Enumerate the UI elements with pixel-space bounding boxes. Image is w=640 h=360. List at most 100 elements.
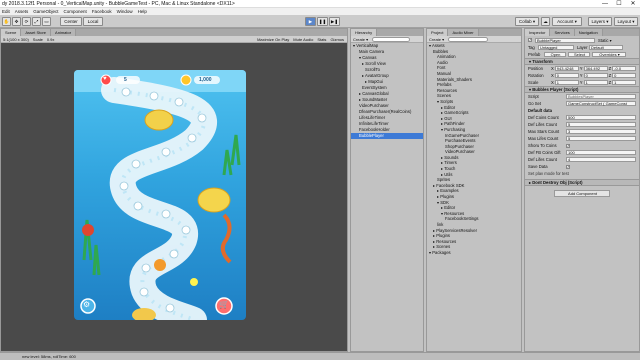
layers-dropdown[interactable]: Layers ▾ — [588, 17, 612, 26]
project-search-input[interactable] — [448, 36, 489, 42]
prefab-select-button[interactable]: Select — [568, 52, 590, 57]
step-button[interactable]: ▶❚ — [329, 17, 340, 26]
transform-y-field[interactable]: 0 — [583, 73, 608, 78]
menu-item[interactable]: Window — [117, 8, 133, 15]
minimize-button[interactable]: — — [598, 0, 612, 8]
gizmos-dropdown[interactable]: Gizmos — [330, 37, 344, 42]
prefab-open-button[interactable]: Open — [544, 52, 566, 57]
transform-y-field[interactable]: 1 — [583, 80, 608, 85]
game-map-art — [74, 70, 246, 320]
tab-game-view[interactable]: Asset Store — [21, 29, 52, 36]
resolution-dropdown[interactable]: 5:1(100 x 300) — [3, 37, 29, 42]
transform-row: Position X 943.4248 Y 364.492 Z -0.0 — [525, 65, 639, 72]
shop-cart-icon[interactable]: 🛒 — [219, 300, 229, 309]
script-field[interactable]: BubblesPlayer — [566, 94, 636, 99]
tab-game-view[interactable]: Scene — [1, 29, 22, 36]
menu-item[interactable]: Assets — [15, 8, 29, 15]
mute-audio-toggle[interactable]: Mute Audio — [293, 37, 313, 42]
transform-z-field[interactable]: 0 — [612, 73, 637, 78]
field-value-input[interactable]: 5 — [566, 122, 636, 127]
stats-toggle[interactable]: Stats — [317, 37, 326, 42]
scale-tool-button[interactable]: ⤢ — [32, 17, 41, 26]
transform-z-field[interactable]: -0.0 — [612, 66, 637, 71]
tag-dropdown[interactable]: Untagged — [538, 45, 574, 50]
add-component-button[interactable]: Add Component — [554, 190, 610, 197]
transform-x-field[interactable]: 943.4248 — [554, 66, 579, 71]
project-tabs: Project Audio Mixer — [427, 29, 521, 36]
field-value-input[interactable]: 100 — [566, 150, 636, 155]
layer-dropdown[interactable]: Default — [589, 45, 623, 50]
bubbles-player-script-header[interactable]: ▾ Bubbles Player (Script) — [525, 86, 639, 93]
project-create-dropdown[interactable]: Create ▾ — [429, 37, 444, 42]
tab-game-view[interactable]: Animator — [51, 29, 77, 36]
scale-label: Scale — [32, 36, 43, 42]
axis-label: X — [551, 73, 554, 78]
lives-count: 5 — [124, 77, 127, 83]
pause-button[interactable]: ❚❚ — [317, 17, 328, 26]
default-data-row: Max Lifes Count 5 — [525, 135, 639, 142]
transform-section-header[interactable]: ▾ Transform — [525, 58, 639, 65]
hierarchy-panel: Hierarchy Create ▾ ▾ VerticalMap Main Cam… — [350, 28, 424, 352]
field-label: Def Coins Count — [528, 115, 559, 120]
tab-inspector[interactable]: Inspector — [525, 29, 551, 36]
tab-hierarchy[interactable]: Hierarchy — [351, 29, 378, 36]
tab-inspector[interactable]: Navigation — [574, 29, 603, 36]
tab-project[interactable]: Project — [427, 29, 449, 36]
menu-item[interactable]: Edit — [2, 8, 10, 15]
rect-tool-button[interactable]: ▭ — [42, 17, 51, 26]
transform-y-field[interactable]: 364.492 — [583, 66, 608, 71]
hierarchy-create-dropdown[interactable]: Create ▾ — [353, 37, 368, 42]
collab-dropdown[interactable]: Collab ▾ — [515, 17, 539, 26]
field-checkbox[interactable]: ✓ — [566, 143, 570, 148]
object-name-field[interactable]: BubblePlayer — [535, 37, 595, 43]
prefab-overrides-dropdown[interactable]: Overrides ▾ — [592, 52, 626, 57]
rotate-tool-button[interactable]: ⟳ — [22, 17, 31, 26]
field-label: Max Stars Count — [528, 129, 560, 134]
layer-label: Layer — [577, 45, 588, 50]
game-canvas[interactable]: 5 1,000 ♥ ⚙ 🛒 — [74, 70, 246, 320]
field-checkbox[interactable]: ✓ — [566, 164, 570, 169]
cloud-icon[interactable]: ☁ — [541, 17, 550, 26]
scale-value[interactable]: 0.9x — [47, 37, 55, 42]
project-folder-item[interactable]: ▾ Packages — [427, 250, 521, 256]
tag-label: Tag — [528, 45, 535, 50]
hand-tool-button[interactable]: ✋ — [2, 17, 11, 26]
transform-x-field[interactable]: 1 — [554, 80, 579, 85]
field-value-input[interactable]: 500 — [566, 115, 636, 120]
transform-z-field[interactable]: 1 — [612, 80, 637, 85]
maximize-on-play-toggle[interactable]: Maximize On Play — [257, 37, 289, 42]
close-button[interactable]: ✕ — [626, 0, 640, 8]
go-set-field[interactable]: GameConstructSet ( GameConst — [566, 101, 636, 106]
transform-rows: Position X 943.4248 Y 364.492 Z -0.0 Rotation X 0… — [525, 65, 639, 86]
tab-inspector[interactable]: Services — [550, 29, 575, 36]
pivot-center-button[interactable]: Center — [60, 17, 82, 26]
axis-label: X — [551, 80, 554, 85]
move-tool-button[interactable]: ✥ — [12, 17, 21, 26]
account-dropdown[interactable]: Account ▾ — [552, 17, 582, 26]
dont-destroy-script-header[interactable]: ▸ Dont Destroy Obj (Script) — [525, 179, 639, 186]
pivot-local-button[interactable]: Local — [83, 17, 103, 26]
settings-gear-icon[interactable]: ⚙ — [83, 300, 90, 309]
layout-dropdown[interactable]: Layout ▾ — [614, 17, 638, 26]
axis-label: X — [551, 66, 554, 71]
static-dropdown[interactable]: Static ▾ — [598, 38, 612, 43]
menu-item[interactable]: Component — [64, 8, 87, 15]
field-label: Max Lifes Count — [528, 136, 559, 141]
default-data-row: Max Stars Count 3 — [525, 128, 639, 135]
active-checkbox[interactable]: ✓ — [528, 38, 532, 42]
transform-label: Position — [528, 66, 543, 71]
menu-item[interactable]: Help — [138, 8, 147, 15]
hierarchy-item[interactable]: BubblePlayer — [351, 133, 423, 139]
play-button[interactable]: ▶ — [305, 17, 316, 26]
menu-item[interactable]: GameObject — [33, 8, 58, 15]
menu-item[interactable]: Facebook — [92, 8, 112, 15]
field-label: Def FB Coins Gift — [528, 150, 561, 155]
hierarchy-search-input[interactable] — [372, 36, 411, 42]
field-value-input[interactable]: 3 — [566, 129, 636, 134]
transform-x-field[interactable]: 0 — [554, 73, 579, 78]
field-value-input[interactable]: 4 — [566, 157, 636, 162]
maximize-button[interactable]: ☐ — [612, 0, 626, 8]
axis-label: Y — [579, 80, 583, 85]
tab-project[interactable]: Audio Mixer — [448, 29, 479, 36]
field-value-input[interactable]: 5 — [566, 136, 636, 141]
